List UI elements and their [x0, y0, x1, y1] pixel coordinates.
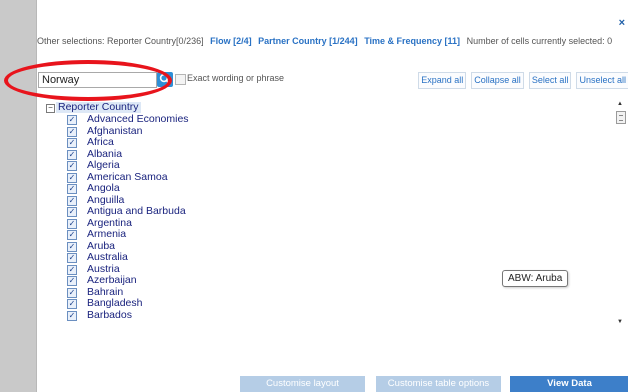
- dialog: × Other selections: Reporter Country[0/2…: [36, 0, 628, 392]
- exact-wording-label: Exact wording or phrase: [187, 73, 285, 83]
- tree-item-label[interactable]: Aruba: [87, 240, 115, 252]
- partner-country-link[interactable]: Partner Country [1/244]: [258, 36, 358, 46]
- search-row: Exact wording or phrase Expand all Colla…: [37, 71, 628, 89]
- tree-item-label[interactable]: Africa: [87, 137, 114, 148]
- scroll-up-icon[interactable]: ▲: [617, 101, 623, 107]
- tree-item-label[interactable]: Austria: [87, 263, 120, 275]
- item-checkbox[interactable]: ✓: [67, 241, 77, 252]
- close-icon[interactable]: ×: [619, 17, 625, 29]
- selections-bar: Other selections: Reporter Country[0/236…: [37, 35, 628, 47]
- item-checkbox[interactable]: ✓: [67, 172, 77, 183]
- country-tree: − Reporter Country ✓ Advanced Economies ✓ A…: [37, 97, 619, 330]
- item-checkbox[interactable]: ✓: [67, 195, 77, 206]
- item-checkbox[interactable]: ✓: [67, 126, 77, 137]
- tree-item-label[interactable]: Bangladesh: [87, 298, 142, 309]
- collapse-all-button[interactable]: Collapse all: [471, 72, 524, 89]
- tree-item-label[interactable]: Armenia: [87, 229, 126, 240]
- customise-table-options-button[interactable]: Customise table options: [376, 376, 501, 392]
- cells-selected-count: Number of cells currently selected: 0: [466, 36, 613, 46]
- item-checkbox[interactable]: ✓: [67, 253, 77, 263]
- tree-item-label[interactable]: Advanced Economies: [87, 114, 189, 125]
- time-frequency-link[interactable]: Time & Frequency [11]: [364, 36, 460, 46]
- tree-item-label[interactable]: Azerbaijan: [87, 275, 137, 286]
- item-checkbox[interactable]: ✓: [67, 299, 77, 309]
- tree-item-label[interactable]: Bahrain: [87, 286, 123, 298]
- item-checkbox[interactable]: ✓: [67, 310, 77, 321]
- tree-item-label[interactable]: Algeria: [87, 160, 120, 171]
- footer: Customise layout Customise table options…: [37, 376, 628, 392]
- flow-link[interactable]: Flow [2/4]: [210, 36, 252, 46]
- item-checkbox[interactable]: ✓: [67, 184, 77, 194]
- item-checkbox[interactable]: ✓: [67, 218, 77, 229]
- unselect-all-button[interactable]: Unselect all: [576, 72, 628, 89]
- search-button[interactable]: [157, 72, 173, 87]
- tree-actions: Expand all Collapse all Select all Unsel…: [416, 72, 628, 89]
- item-checkbox[interactable]: ✓: [67, 207, 77, 217]
- exact-wording-checkbox[interactable]: [175, 74, 186, 85]
- tree-root-label[interactable]: Reporter Country: [56, 102, 141, 113]
- expand-all-button[interactable]: Expand all: [418, 72, 467, 89]
- item-checkbox[interactable]: ✓: [67, 115, 77, 125]
- select-all-button[interactable]: Select all: [528, 72, 572, 89]
- scroll-thumb[interactable]: [616, 111, 626, 124]
- tree-item-label[interactable]: Afghanistan: [87, 125, 142, 137]
- item-checkbox[interactable]: ✓: [67, 276, 77, 286]
- tree-item-label[interactable]: Argentina: [87, 217, 132, 229]
- search-icon: [159, 73, 171, 85]
- tree-item-label[interactable]: Albania: [87, 148, 122, 160]
- item-checkbox[interactable]: ✓: [67, 149, 77, 160]
- tree-item-label[interactable]: Barbados: [87, 309, 132, 321]
- tree-item-label[interactable]: Antigua and Barbuda: [87, 206, 186, 217]
- tooltip: ABW: Aruba: [502, 270, 569, 287]
- item-checkbox[interactable]: ✓: [67, 287, 77, 298]
- item-checkbox[interactable]: ✓: [67, 230, 77, 240]
- search-input[interactable]: [38, 72, 157, 88]
- tree-item-label[interactable]: Anguilla: [87, 194, 124, 206]
- scroll-down-icon[interactable]: ▼: [617, 319, 623, 325]
- tree-item-label[interactable]: American Samoa: [87, 171, 168, 183]
- tree-scrollbar[interactable]: ▲ ▼: [614, 97, 628, 330]
- item-checkbox[interactable]: ✓: [67, 264, 77, 275]
- collapse-icon[interactable]: −: [46, 104, 55, 113]
- selections-prefix: Other selections: Reporter Country[0/236…: [37, 36, 204, 46]
- view-data-button[interactable]: View Data: [510, 376, 628, 392]
- tree-item-label[interactable]: Angola: [87, 183, 120, 194]
- tree-item-label[interactable]: Australia: [87, 252, 128, 263]
- customise-layout-button[interactable]: Customise layout: [240, 376, 365, 392]
- item-checkbox[interactable]: ✓: [67, 161, 77, 171]
- item-checkbox[interactable]: ✓: [67, 138, 77, 148]
